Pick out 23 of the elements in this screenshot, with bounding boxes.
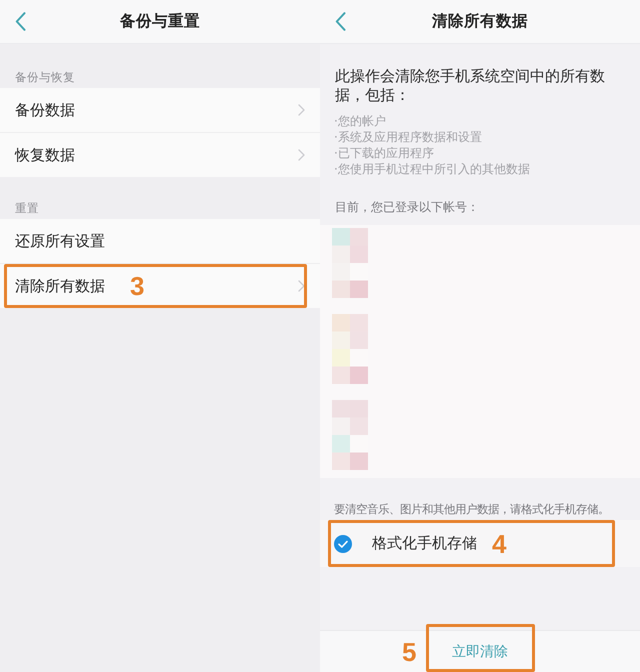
settings-row[interactable]: 恢复数据 <box>0 133 320 177</box>
back-icon[interactable] <box>335 12 346 31</box>
back-icon[interactable] <box>15 12 26 31</box>
warning-text: 此操作会清除您手机系统空间中的所有数据，包括： <box>335 67 606 105</box>
bullet-item: ·系统及应用程序数据和设置 <box>334 129 482 145</box>
callout-number: 5 <box>402 638 416 664</box>
bullet-item: ·您使用手机过程中所引入的其他数据 <box>334 161 530 177</box>
callout-number: 3 <box>130 273 144 299</box>
format-notice: 要清空音乐、图片和其他用户数据，请格式化手机存储。 <box>334 502 609 516</box>
pixelated-block <box>332 228 368 298</box>
accounts-label: 目前，您已登录以下帐号： <box>335 199 479 215</box>
section-header: 重置 <box>14 200 40 217</box>
bullet-item: ·已下载的应用程序 <box>334 145 434 161</box>
callout-number: 4 <box>492 530 506 556</box>
screen-title: 备份与重置 <box>119 11 201 32</box>
pixelated-block <box>332 314 368 384</box>
checkbox-checked-icon[interactable] <box>334 534 352 552</box>
screen-title: 清除所有数据 <box>431 11 529 32</box>
settings-row[interactable]: 备份数据 <box>0 88 320 132</box>
settings-row[interactable]: 还原所有设置 <box>0 219 320 263</box>
section-header: 备份与恢复 <box>14 69 76 86</box>
pixelated-block <box>332 400 368 470</box>
bullet-item: ·您的帐户 <box>334 113 386 129</box>
